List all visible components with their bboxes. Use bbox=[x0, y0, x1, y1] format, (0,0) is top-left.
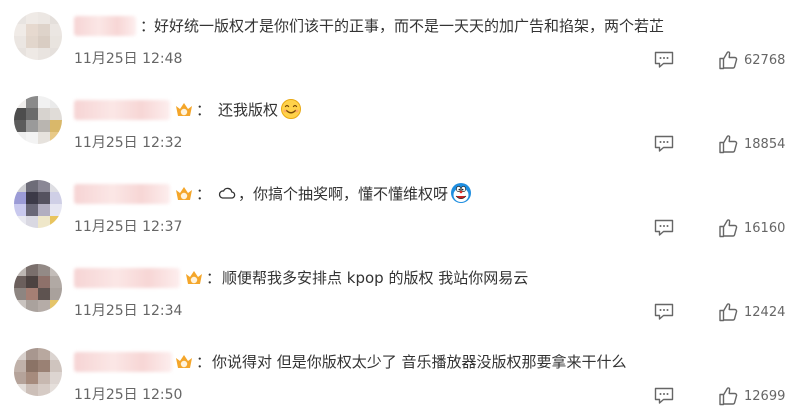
reply-icon[interactable] bbox=[654, 387, 674, 405]
like-icon[interactable] bbox=[718, 302, 738, 322]
reply-icon[interactable] bbox=[654, 303, 674, 321]
comment-time: 11月25日 12:50 bbox=[74, 387, 183, 403]
like-icon[interactable] bbox=[718, 386, 738, 406]
cloud-icon bbox=[218, 187, 236, 199]
comment-list: ： 好好统一版权才是你们该干的正事，而不是一天天的加广告和掐架，两个若芷 11月… bbox=[0, 0, 800, 420]
username-blurred[interactable] bbox=[74, 16, 136, 36]
vip-badge-icon bbox=[176, 355, 192, 368]
avatar[interactable] bbox=[14, 96, 62, 144]
doraemon-emoji-icon bbox=[451, 183, 472, 203]
comment-item: ： 还我版权 11月25日 12:32 18854 bbox=[0, 84, 800, 168]
comment-time: 11月25日 12:37 bbox=[74, 219, 183, 235]
like-count: 12424 bbox=[744, 305, 786, 320]
username-blurred[interactable] bbox=[74, 184, 170, 204]
reply-icon[interactable] bbox=[654, 219, 674, 237]
comment-time: 11月25日 12:34 bbox=[74, 303, 183, 319]
comment-text: 好好统一版权才是你们该干的正事，而不是一天天的加广告和掐架，两个若芷 bbox=[154, 17, 665, 35]
comment-text: ，你搞个抽奖啊，懂不懂维权呀 bbox=[218, 182, 472, 206]
like-count: 16160 bbox=[744, 221, 786, 236]
comment-item: ： 你说得对 但是你版权太少了 音乐播放器没版权那要拿来干什么 11月25日 1… bbox=[0, 336, 800, 420]
vip-badge-icon bbox=[176, 103, 192, 116]
vip-badge-icon bbox=[186, 271, 202, 284]
comment-text: 你说得对 但是你版权太少了 音乐播放器没版权那要拿来干什么 bbox=[212, 353, 627, 371]
avatar[interactable] bbox=[14, 12, 62, 60]
username-blurred[interactable] bbox=[74, 100, 170, 120]
avatar[interactable] bbox=[14, 264, 62, 312]
username-blurred[interactable] bbox=[74, 352, 172, 372]
username-blurred[interactable] bbox=[74, 268, 180, 288]
like-count: 62768 bbox=[744, 53, 786, 68]
comment-text: 还我版权 bbox=[218, 98, 302, 122]
like-icon[interactable] bbox=[718, 218, 738, 238]
username-separator: ： bbox=[196, 185, 212, 203]
username-separator: ： bbox=[196, 101, 212, 119]
avatar[interactable] bbox=[14, 180, 62, 228]
comment-item: ： 好好统一版权才是你们该干的正事，而不是一天天的加广告和掐架，两个若芷 11月… bbox=[0, 0, 800, 84]
avatar[interactable] bbox=[14, 348, 62, 396]
comment-text: 顺便帮我多安排点 kpop 的版权 我站你网易云 bbox=[222, 269, 529, 287]
like-icon[interactable] bbox=[718, 134, 738, 154]
reply-icon[interactable] bbox=[654, 51, 674, 69]
comment-time: 11月25日 12:32 bbox=[74, 135, 183, 151]
username-separator: ： bbox=[206, 269, 222, 287]
smile-emoji-icon bbox=[281, 99, 302, 119]
comment-time: 11月25日 12:48 bbox=[74, 51, 183, 67]
comment-item: ： ，你搞个抽奖啊，懂不懂维权呀 11月25日 12:37 16160 bbox=[0, 168, 800, 252]
comment-item: ： 顺便帮我多安排点 kpop 的版权 我站你网易云 11月25日 12:34 … bbox=[0, 252, 800, 336]
like-icon[interactable] bbox=[718, 50, 738, 70]
like-count: 18854 bbox=[744, 137, 786, 152]
vip-badge-icon bbox=[176, 187, 192, 200]
username-separator: ： bbox=[140, 17, 156, 35]
like-count: 12699 bbox=[744, 389, 786, 404]
username-separator: ： bbox=[196, 353, 212, 371]
reply-icon[interactable] bbox=[654, 135, 674, 153]
